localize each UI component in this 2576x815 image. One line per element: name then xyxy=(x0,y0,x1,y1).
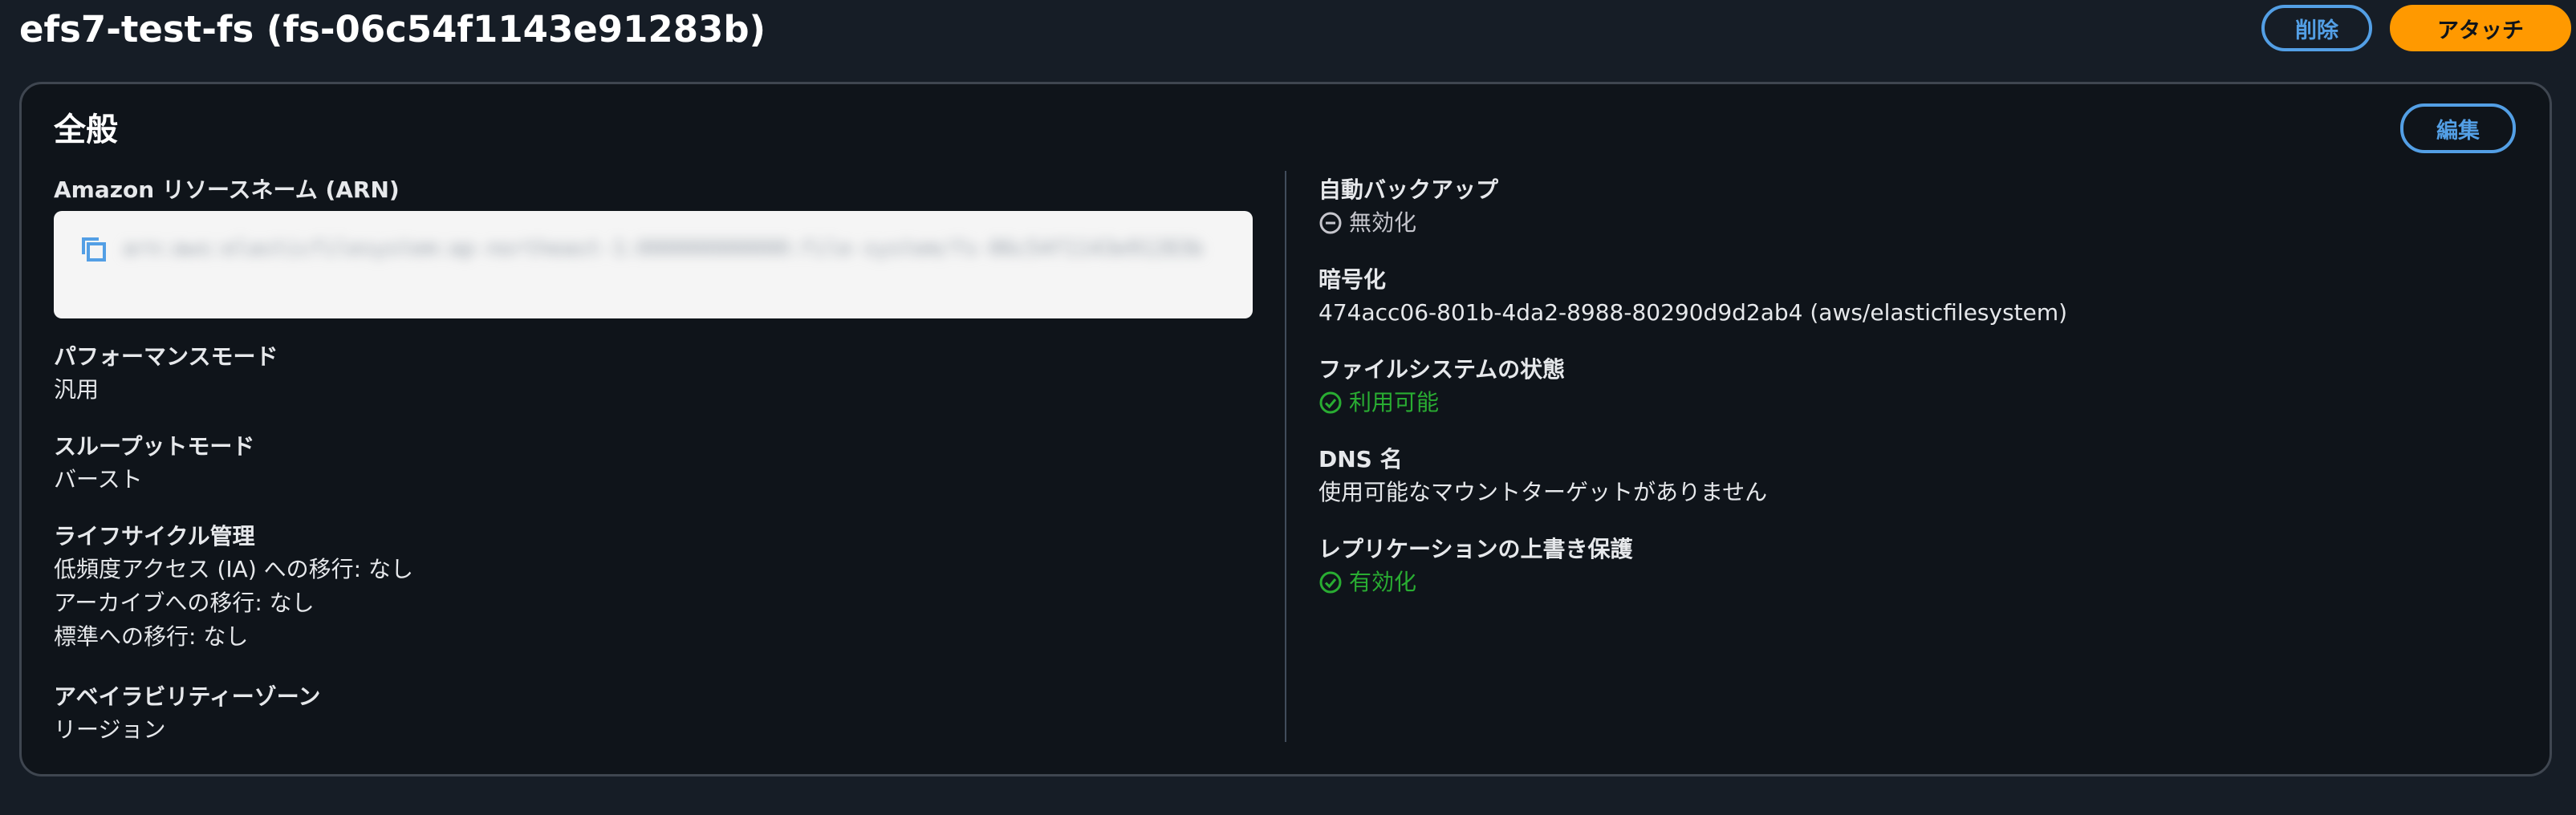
performance-mode-label: パフォーマンスモード xyxy=(54,343,278,370)
check-circle-icon xyxy=(1319,391,1342,414)
lifecycle-ia-value: 低頻度アクセス (IA) への移行: なし xyxy=(54,556,413,582)
lifecycle-standard-value: 標準への移行: なし xyxy=(54,623,249,650)
arn-label: Amazon リソースネーム (ARN) xyxy=(54,176,400,203)
dns-name-field: DNS 名 使用可能なマウントターゲットがありません xyxy=(1318,444,1767,509)
encryption-field: 暗号化 474acc06-801b-4da2-8988-80290d9d2ab4… xyxy=(1318,264,2067,330)
throughput-mode-field: スループットモード バースト xyxy=(54,431,254,497)
availability-zone-label: アベイラビリティーゾーン xyxy=(54,683,321,710)
throughput-mode-value: バースト xyxy=(54,466,143,493)
attach-button[interactable]: アタッチ xyxy=(2390,5,2571,51)
replication-field: レプリケーションの上書き保護 有効化 xyxy=(1318,533,1632,599)
panel-title: 全般 xyxy=(54,112,118,148)
edit-button[interactable]: 編集 xyxy=(2400,103,2516,153)
fs-state-value: 利用可能 xyxy=(1349,389,1440,416)
column-divider xyxy=(1285,171,1286,742)
throughput-mode-label: スループットモード xyxy=(54,433,255,460)
arn-field: Amazon リソースネーム (ARN) arn:aws:elasticfile… xyxy=(54,174,1253,318)
arn-value-box: arn:aws:elasticfilesystem:ap-northeast-1… xyxy=(54,211,1253,318)
disabled-circle-icon xyxy=(1319,212,1342,234)
page-title: efs7-test-fs (fs-06c54f1143e91283b) xyxy=(19,8,766,51)
lifecycle-field: ライフサイクル管理 低頻度アクセス (IA) への移行: なし アーカイブへの移… xyxy=(54,521,413,654)
arn-value: arn:aws:elasticfilesystem:ap-northeast-1… xyxy=(123,237,1204,261)
replication-status: 有効化 xyxy=(1318,566,1632,599)
auto-backup-label: 自動バックアップ xyxy=(1318,176,1499,203)
availability-zone-value: リージョン xyxy=(54,716,166,743)
dns-name-label: DNS 名 xyxy=(1318,446,1403,472)
auto-backup-value: 無効化 xyxy=(1349,209,1417,236)
availability-zone-field: アベイラビリティーゾーン リージョン xyxy=(54,681,320,747)
dns-name-value: 使用可能なマウントターゲットがありません xyxy=(1318,479,1768,505)
check-circle-icon xyxy=(1319,571,1342,594)
general-panel: 全般 編集 Amazon リソースネーム (ARN) arn:aws:elast… xyxy=(19,82,2552,776)
fs-state-label: ファイルシステムの状態 xyxy=(1318,356,1566,383)
replication-label: レプリケーションの上書き保護 xyxy=(1318,536,1633,562)
fs-state-status: 利用可能 xyxy=(1318,386,1565,420)
performance-mode-value: 汎用 xyxy=(54,376,100,403)
delete-button[interactable]: 削除 xyxy=(2261,5,2372,51)
auto-backup-status: 無効化 xyxy=(1318,206,1498,240)
encryption-label: 暗号化 xyxy=(1318,266,1387,293)
replication-value: 有効化 xyxy=(1349,569,1417,595)
fs-state-field: ファイルシステムの状態 利用可能 xyxy=(1318,354,1565,420)
encryption-value: 474acc06-801b-4da2-8988-80290d9d2ab4 (aw… xyxy=(1318,299,2068,326)
lifecycle-archive-value: アーカイブへの移行: なし xyxy=(54,590,315,616)
performance-mode-field: パフォーマンスモード 汎用 xyxy=(54,341,278,407)
auto-backup-field: 自動バックアップ 無効化 xyxy=(1318,174,1498,240)
copy-icon[interactable] xyxy=(79,235,108,264)
page-header: efs7-test-fs (fs-06c54f1143e91283b) 削除 ア… xyxy=(19,0,2571,61)
lifecycle-label: ライフサイクル管理 xyxy=(54,523,255,549)
